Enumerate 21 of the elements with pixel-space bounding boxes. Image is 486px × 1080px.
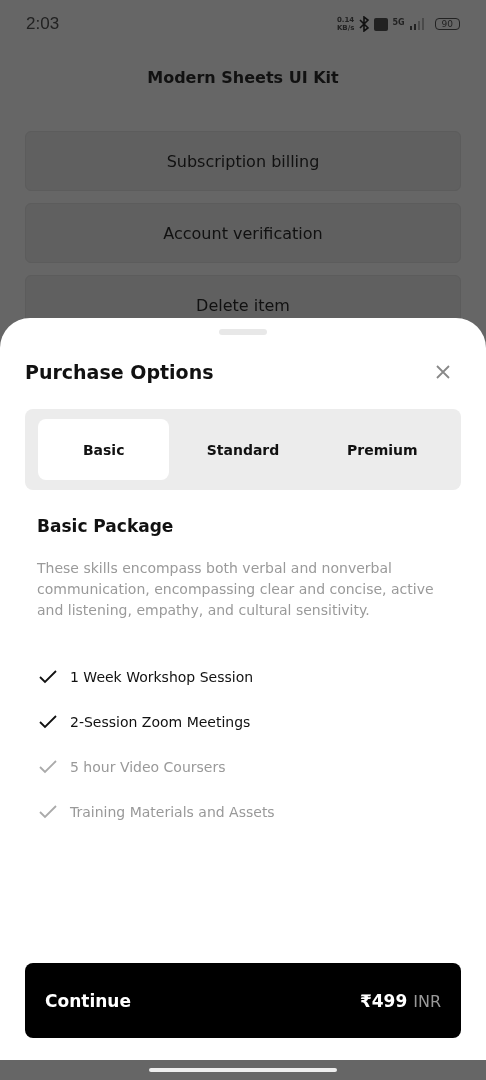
feature-label: 5 hour Video Coursers: [70, 759, 226, 775]
continue-button[interactable]: Continue ₹499 INR: [25, 963, 461, 1038]
home-indicator[interactable]: [149, 1068, 337, 1072]
signal-icon: [408, 18, 425, 30]
plan-tab[interactable]: Standard: [177, 419, 309, 480]
feature-label: Training Materials and Assets: [70, 804, 275, 820]
package-description: These skills encompass both verbal and nonverbal communication, encompassing clear and concise, active and listening, empathy, and cultural sensitivity.: [37, 559, 435, 620]
page-title: Modern Sheets UI Kit: [146, 68, 340, 87]
plan-tab[interactable]: Premium: [316, 419, 448, 480]
close-icon[interactable]: [435, 364, 451, 380]
sheet-title: Purchase Options: [25, 361, 214, 383]
bluetooth-icon: [358, 16, 371, 32]
package-title: Basic Package: [37, 516, 175, 536]
network-type: 5G: [392, 18, 405, 27]
price: ₹499: [359, 990, 408, 1011]
currency: INR: [413, 991, 441, 1011]
status-time: 2:03: [26, 14, 60, 34]
feature-label: 1 Week Workshop Session: [70, 669, 254, 685]
battery-level: 90: [434, 18, 460, 30]
plan-tab[interactable]: Basic: [38, 419, 170, 480]
feature-label: 2-Session Zoom Meetings: [70, 714, 251, 730]
